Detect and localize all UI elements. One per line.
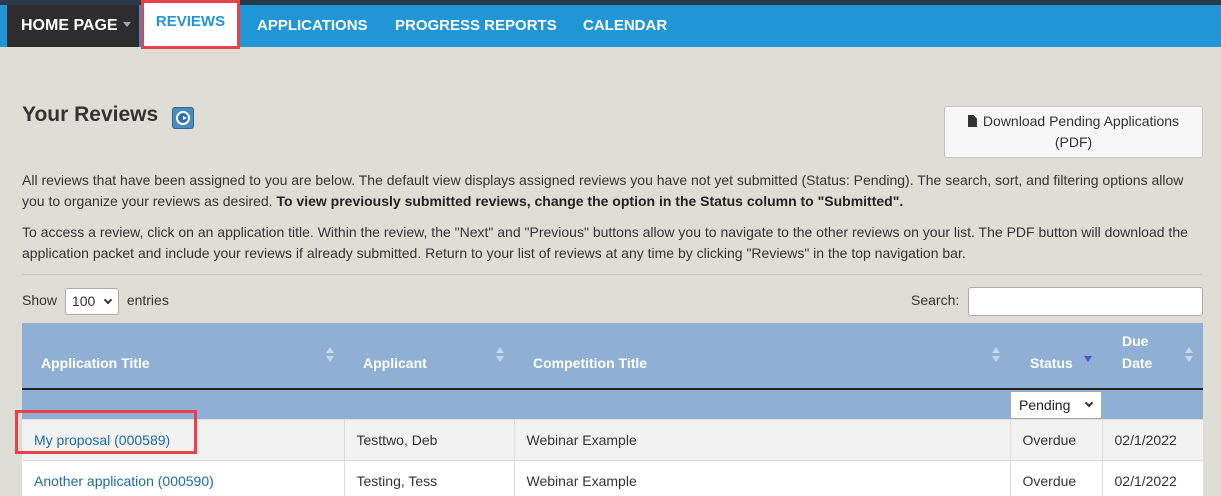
document-icon	[967, 115, 977, 127]
col-date-label: Date	[1122, 355, 1153, 371]
status-cell: Overdue	[1009, 418, 1102, 460]
sort-icon	[992, 347, 1000, 363]
filter-row: Pending	[22, 389, 1203, 419]
application-link[interactable]: Another application (000590)	[34, 473, 214, 489]
col-due-date[interactable]: Due Date	[1102, 323, 1203, 390]
play-video-icon[interactable]	[172, 107, 194, 129]
nav-home-page[interactable]: HOME PAGE	[7, 5, 139, 47]
caret-down-icon	[122, 22, 131, 28]
applicant-cell: Testing, Tess	[343, 459, 514, 496]
nav-home-label: HOME PAGE	[21, 17, 118, 34]
table-row: Another application (000590) Testing, Te…	[22, 459, 1203, 496]
nav-calendar[interactable]: CALENDAR	[583, 5, 667, 47]
divider	[22, 274, 1202, 275]
nav-applications[interactable]: APPLICATIONS	[257, 5, 368, 47]
status-filter-select[interactable]: Pending	[1010, 391, 1102, 419]
entries-control: Show 100 entries	[22, 288, 169, 316]
table-row: My proposal (000589) Testtwo, Deb Webina…	[22, 418, 1203, 460]
highlight-box	[15, 410, 197, 454]
nav-progress-reports[interactable]: PROGRESS REPORTS	[395, 5, 557, 47]
applicant-cell: Testtwo, Deb	[343, 418, 514, 460]
instructions-paragraph: To access a review, click on an applicat…	[22, 224, 1188, 261]
col-application-title[interactable]: Application Title	[22, 323, 344, 390]
col-status-label: Status	[1030, 355, 1073, 371]
col-applicant-label: Applicant	[363, 355, 427, 371]
due-date-cell: 02/1/2022	[1101, 459, 1203, 496]
nav-reviews[interactable]: REVIEWS	[141, 0, 240, 49]
competition-cell: Webinar Example	[513, 459, 1010, 496]
competition-cell: Webinar Example	[513, 418, 1010, 460]
download-button-label: Download Pending Applications	[982, 113, 1180, 129]
entries-select[interactable]: 100	[64, 288, 119, 315]
download-pending-pdf-button[interactable]: Download Pending Applications (PDF)	[944, 106, 1203, 158]
col-status[interactable]: Status	[1010, 323, 1102, 390]
search-input[interactable]	[968, 287, 1203, 316]
status-filter-value: Pending	[1019, 397, 1071, 413]
due-date-cell: 02/1/2022	[1101, 418, 1203, 460]
sort-icon	[1185, 347, 1193, 363]
reviews-table: Application Title Applicant Competition …	[22, 323, 1203, 496]
sort-desc-icon	[1084, 347, 1092, 363]
chevron-down-icon	[1084, 398, 1094, 408]
entries-label: entries	[126, 292, 169, 309]
page-title: Your Reviews	[22, 103, 159, 126]
show-label: Show	[22, 292, 58, 309]
col-applicant[interactable]: Applicant	[344, 323, 514, 390]
intro-bold-text: To view previously submitted reviews, ch…	[276, 193, 904, 209]
col-application-title-label: Application Title	[41, 355, 150, 371]
intro-paragraph: All reviews that have been assigned to y…	[22, 170, 1202, 212]
status-cell: Overdue	[1009, 459, 1102, 496]
entries-value: 100	[71, 293, 96, 309]
col-competition-title-label: Competition Title	[533, 355, 648, 371]
search-label: Search:	[911, 292, 960, 308]
download-button-sublabel: (PDF)	[1054, 134, 1093, 150]
sort-icon	[326, 347, 334, 363]
col-competition-title[interactable]: Competition Title	[514, 323, 1010, 390]
chevron-down-icon	[103, 295, 113, 305]
col-due-label: Due	[1122, 333, 1149, 349]
sort-icon	[496, 347, 504, 363]
